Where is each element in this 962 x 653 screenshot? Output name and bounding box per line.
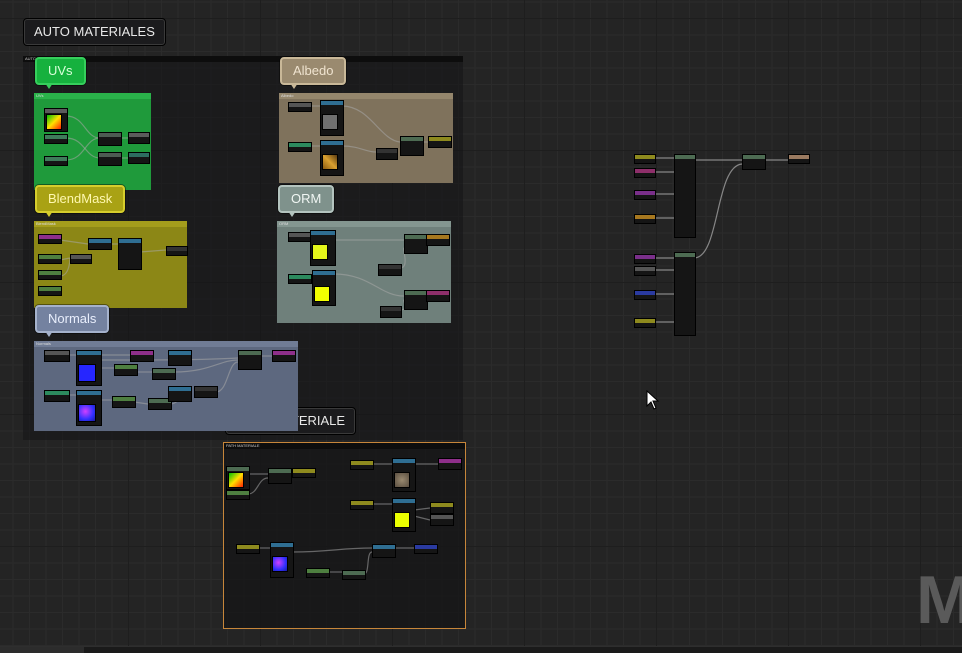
normals-output-node[interactable]	[272, 350, 296, 362]
normals-math-node[interactable]	[112, 396, 136, 408]
uv-gradient-preview	[46, 114, 62, 130]
albedo-texture-preview	[322, 114, 338, 130]
path-normal-preview	[272, 556, 288, 572]
path-output-node[interactable]	[438, 458, 462, 470]
uv-param-node[interactable]	[44, 134, 68, 144]
orm-lerp-node[interactable]	[378, 264, 402, 276]
normals-math-node[interactable]	[168, 350, 192, 366]
normals-lerp-node[interactable]	[194, 386, 218, 398]
uv-output-node[interactable]	[128, 132, 150, 144]
bottom-status-bar	[0, 646, 962, 653]
albedo-param-node[interactable]	[288, 142, 312, 152]
normals-math-node[interactable]	[114, 364, 138, 376]
normals-math-node[interactable]	[152, 368, 176, 380]
path-math-node[interactable]	[306, 568, 330, 578]
orm-texture-preview	[312, 244, 328, 260]
path-param-node[interactable]	[236, 544, 260, 554]
albedo-lerp-node[interactable]	[376, 148, 398, 160]
right-make-material-node[interactable]	[674, 252, 696, 336]
right-param-node[interactable]	[634, 266, 656, 276]
path-albedo-preview	[394, 472, 410, 488]
blendmask-param-node[interactable]	[38, 234, 62, 244]
orm-output-node[interactable]	[426, 290, 450, 302]
blendmask-math-node[interactable]	[70, 254, 92, 264]
path-lerp-node[interactable]	[372, 544, 396, 558]
right-param-node[interactable]	[634, 154, 656, 164]
orm-blend-node[interactable]	[404, 290, 428, 310]
blendmask-texture-node[interactable]	[118, 238, 142, 270]
orm-blend-node[interactable]	[404, 234, 428, 254]
path-output-node[interactable]	[430, 502, 454, 514]
right-param-node[interactable]	[634, 318, 656, 328]
path-math-node[interactable]	[342, 570, 366, 580]
orm-param-node[interactable]	[288, 232, 312, 242]
path-output-node[interactable]	[430, 514, 454, 526]
normals-texture-preview	[78, 364, 96, 382]
albedo-texture-preview	[322, 154, 338, 170]
normals-math-node[interactable]	[168, 386, 192, 402]
albedo-param-node[interactable]	[288, 102, 312, 112]
blendmask-output-node[interactable]	[166, 246, 188, 256]
right-param-node[interactable]	[634, 168, 656, 178]
orm-output-node[interactable]	[426, 234, 450, 246]
blendmask-param-node[interactable]	[38, 254, 62, 264]
right-output-node[interactable]	[788, 154, 810, 164]
blendmask-param-node[interactable]	[38, 270, 62, 280]
watermark-letter: M	[916, 562, 962, 638]
mouse-cursor-icon	[646, 390, 660, 410]
blendmask-math-node[interactable]	[88, 238, 112, 250]
uv-multiply-node[interactable]	[98, 132, 122, 146]
right-blend-node[interactable]	[742, 154, 766, 170]
path-param-node[interactable]	[350, 500, 374, 510]
right-param-node[interactable]	[634, 254, 656, 264]
albedo-output-node[interactable]	[428, 136, 452, 148]
normals-param-node[interactable]	[44, 350, 70, 362]
path-multiply-node[interactable]	[268, 468, 292, 484]
right-param-node[interactable]	[634, 214, 656, 224]
path-param-node[interactable]	[350, 460, 374, 470]
orm-param-node[interactable]	[288, 274, 312, 284]
normals-texture-preview	[78, 404, 96, 422]
uv-param-node[interactable]	[44, 156, 68, 166]
orm-lerp-node[interactable]	[380, 306, 402, 318]
right-param-node[interactable]	[634, 190, 656, 200]
path-output-node[interactable]	[414, 544, 438, 554]
right-param-node[interactable]	[634, 290, 656, 300]
wire-layer	[59, 105, 788, 575]
right-make-material-node[interactable]	[674, 154, 696, 238]
normals-param-node[interactable]	[44, 390, 70, 402]
uv-output-node[interactable]	[128, 152, 150, 164]
bottom-tab[interactable]	[0, 647, 84, 653]
path-gradient-preview	[228, 472, 244, 488]
path-param-node[interactable]	[226, 490, 250, 500]
path-output-node[interactable]	[292, 468, 316, 478]
normals-blend-node[interactable]	[238, 350, 262, 370]
albedo-blend-node[interactable]	[400, 136, 424, 156]
orm-texture-preview	[314, 286, 330, 302]
uv-multiply-node[interactable]	[98, 152, 122, 166]
normals-math-node[interactable]	[130, 350, 154, 362]
path-orm-preview	[394, 512, 410, 528]
blendmask-param-node[interactable]	[38, 286, 62, 296]
